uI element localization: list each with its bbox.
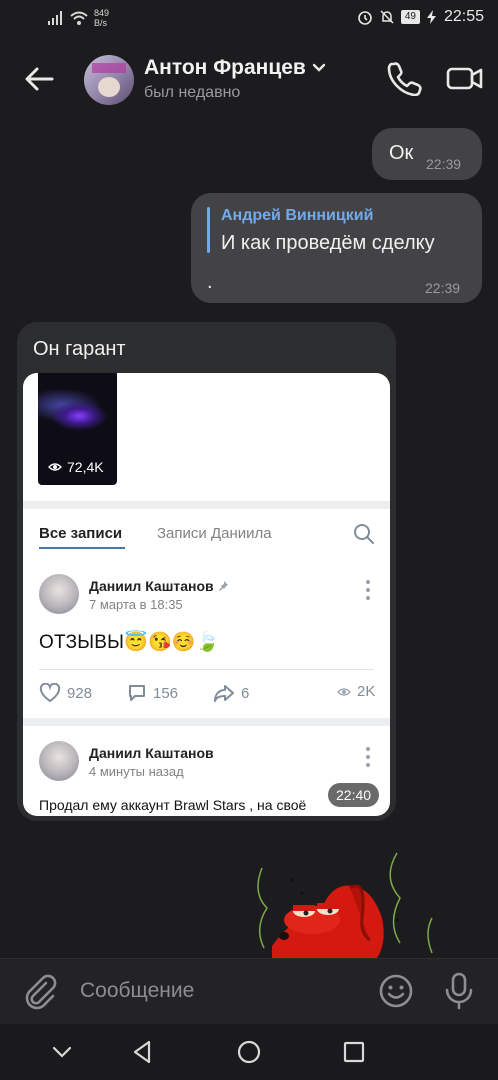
avatar [39,741,79,781]
reply-author[interactable]: Андрей Винницкий [221,207,373,225]
back-arrow-icon[interactable] [22,62,56,96]
message-input[interactable]: Сообщение [80,979,194,1003]
comments: 156 [127,683,178,703]
message-text: Он гарант [33,338,126,360]
video-camera-icon[interactable] [446,60,484,96]
post-author: Даниил Каштанов [89,745,214,761]
post-stats: 928 156 6 2K [39,683,376,707]
video-clip-thumbnail: 72,4K [38,373,117,485]
smile-icon[interactable] [378,973,414,1009]
mute-bell-icon [380,10,394,24]
nav-recents-icon[interactable] [340,1038,368,1066]
dog-sticker[interactable] [232,848,442,958]
message-outgoing[interactable]: Ок 22:39 [372,128,482,180]
message-time: 22:40 [328,783,380,807]
message-time: 22:39 [425,280,461,296]
clock: 22:55 [443,8,484,25]
reply-bar [207,207,210,253]
shares: 6 [213,683,249,703]
tab-author-posts: Записи Даниила [157,525,272,542]
heart-icon [39,683,61,703]
chat-header: Антон Францев был недавно [0,40,498,118]
more-icon [365,747,371,767]
microphone-icon[interactable] [442,971,476,1011]
post-tabs: Все записи Записи Даниила [23,509,390,553]
message-outgoing-reply[interactable]: Андрей Винницкий И как проведём сделку .… [191,193,482,303]
system-nav-bar [0,1024,498,1080]
clip-views: 72,4K [48,459,104,475]
contact-status: был недавно [144,84,241,101]
battery-level: 49 [400,10,420,24]
paperclip-icon[interactable] [22,973,58,1011]
nav-hide-icon[interactable] [48,1038,76,1066]
views: 2K [337,683,375,700]
post-text: Продал ему аккаунт Brawl Stars , на своё [39,797,307,813]
pin-icon [219,581,228,591]
comment-icon [129,685,145,701]
share-icon [214,685,234,702]
network-speed: 849 B/s [94,8,110,28]
reply-quote[interactable]: И как проведём сделку [221,232,435,255]
more-icon [365,580,371,600]
charging-icon [426,10,436,24]
post-text: ОТЗЫВЫ😇😘☺️🍃 [39,632,220,653]
message-time: 22:39 [426,156,462,172]
message-composer: Сообщение [0,958,498,1024]
divider [23,718,390,726]
nav-back-icon[interactable] [128,1038,156,1066]
chevron-down-icon [312,63,326,72]
divider [39,669,374,670]
likes: 928 [39,683,92,703]
nav-home-icon[interactable] [235,1038,263,1066]
wifi-icon [70,11,88,25]
chat-title[interactable]: Антон Францев был недавно [144,56,326,102]
message-text: . [207,271,213,293]
post-author: Даниил Каштанов [89,578,214,594]
eye-icon [48,463,62,471]
divider [23,501,390,509]
search-icon [354,524,374,544]
alarm-icon [358,11,372,25]
eye-icon [337,687,351,696]
signal-icon [48,11,62,25]
avatar[interactable] [84,55,134,105]
screenshot-attachment[interactable]: 72,4K Все записи Записи Даниила Даниил К… [23,373,390,816]
contact-name: Антон Францев [144,56,306,79]
phone-icon[interactable] [386,60,422,96]
status-bar: 849 B/s 49 22:55 [0,0,498,40]
post-date: 7 марта в 18:35 [89,597,183,612]
tab-underline [39,547,125,549]
message-incoming[interactable]: Он гарант 72,4K Все записи Записи Даниил… [17,322,396,821]
message-text: Ок [389,142,414,164]
post-date: 4 минуты назад [89,764,184,779]
avatar [39,574,79,614]
tab-all-posts: Все записи [39,525,123,542]
